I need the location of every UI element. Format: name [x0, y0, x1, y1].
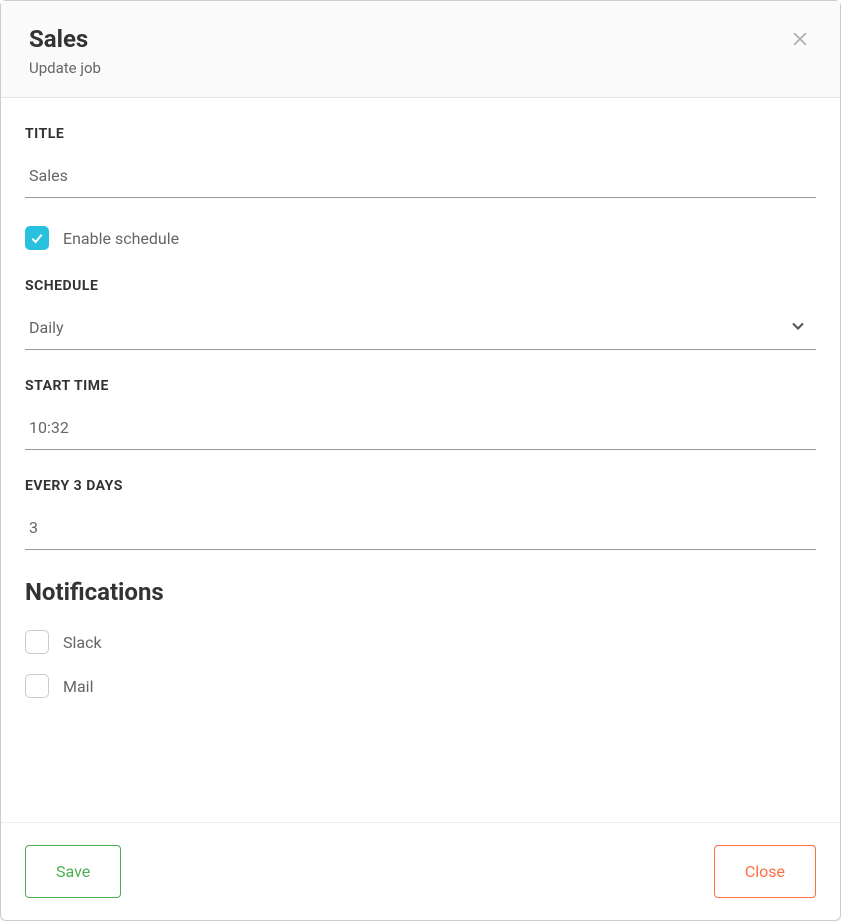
notifications-section: Notifications Slack Mail	[25, 578, 816, 698]
dialog-title-block: Sales Update job	[29, 25, 101, 77]
schedule-select[interactable]	[25, 312, 816, 350]
dialog-subtitle: Update job	[29, 59, 101, 77]
dialog-header: Sales Update job	[1, 1, 840, 98]
mail-label: Mail	[63, 677, 93, 696]
dialog-title: Sales	[29, 25, 101, 53]
schedule-field-group: SCHEDULE	[25, 278, 816, 350]
update-job-dialog: Sales Update job TITLE Enable schedule S…	[0, 0, 841, 921]
mail-checkbox[interactable]	[25, 674, 49, 698]
dialog-body: TITLE Enable schedule SCHEDULE START TIM…	[1, 98, 840, 822]
enable-schedule-checkbox[interactable]	[25, 226, 49, 250]
slack-row[interactable]: Slack	[25, 630, 816, 654]
enable-schedule-row[interactable]: Enable schedule	[25, 226, 816, 250]
every-field-group: EVERY 3 DAYS	[25, 478, 816, 550]
close-icon[interactable]	[788, 27, 812, 51]
every-input[interactable]	[25, 512, 816, 550]
notifications-heading: Notifications	[25, 578, 816, 606]
every-label: EVERY 3 DAYS	[25, 478, 816, 494]
close-button[interactable]: Close	[714, 845, 816, 898]
save-button[interactable]: Save	[25, 845, 121, 898]
slack-checkbox[interactable]	[25, 630, 49, 654]
start-time-label: START TIME	[25, 378, 816, 394]
schedule-label: SCHEDULE	[25, 278, 816, 294]
schedule-select-wrapper	[25, 312, 816, 350]
start-time-input[interactable]	[25, 412, 816, 450]
title-label: TITLE	[25, 126, 816, 142]
enable-schedule-label: Enable schedule	[63, 229, 179, 248]
title-input[interactable]	[25, 160, 816, 198]
start-time-field-group: START TIME	[25, 378, 816, 450]
mail-row[interactable]: Mail	[25, 674, 816, 698]
title-field-group: TITLE	[25, 126, 816, 198]
slack-label: Slack	[63, 633, 102, 652]
dialog-footer: Save Close	[1, 822, 840, 920]
